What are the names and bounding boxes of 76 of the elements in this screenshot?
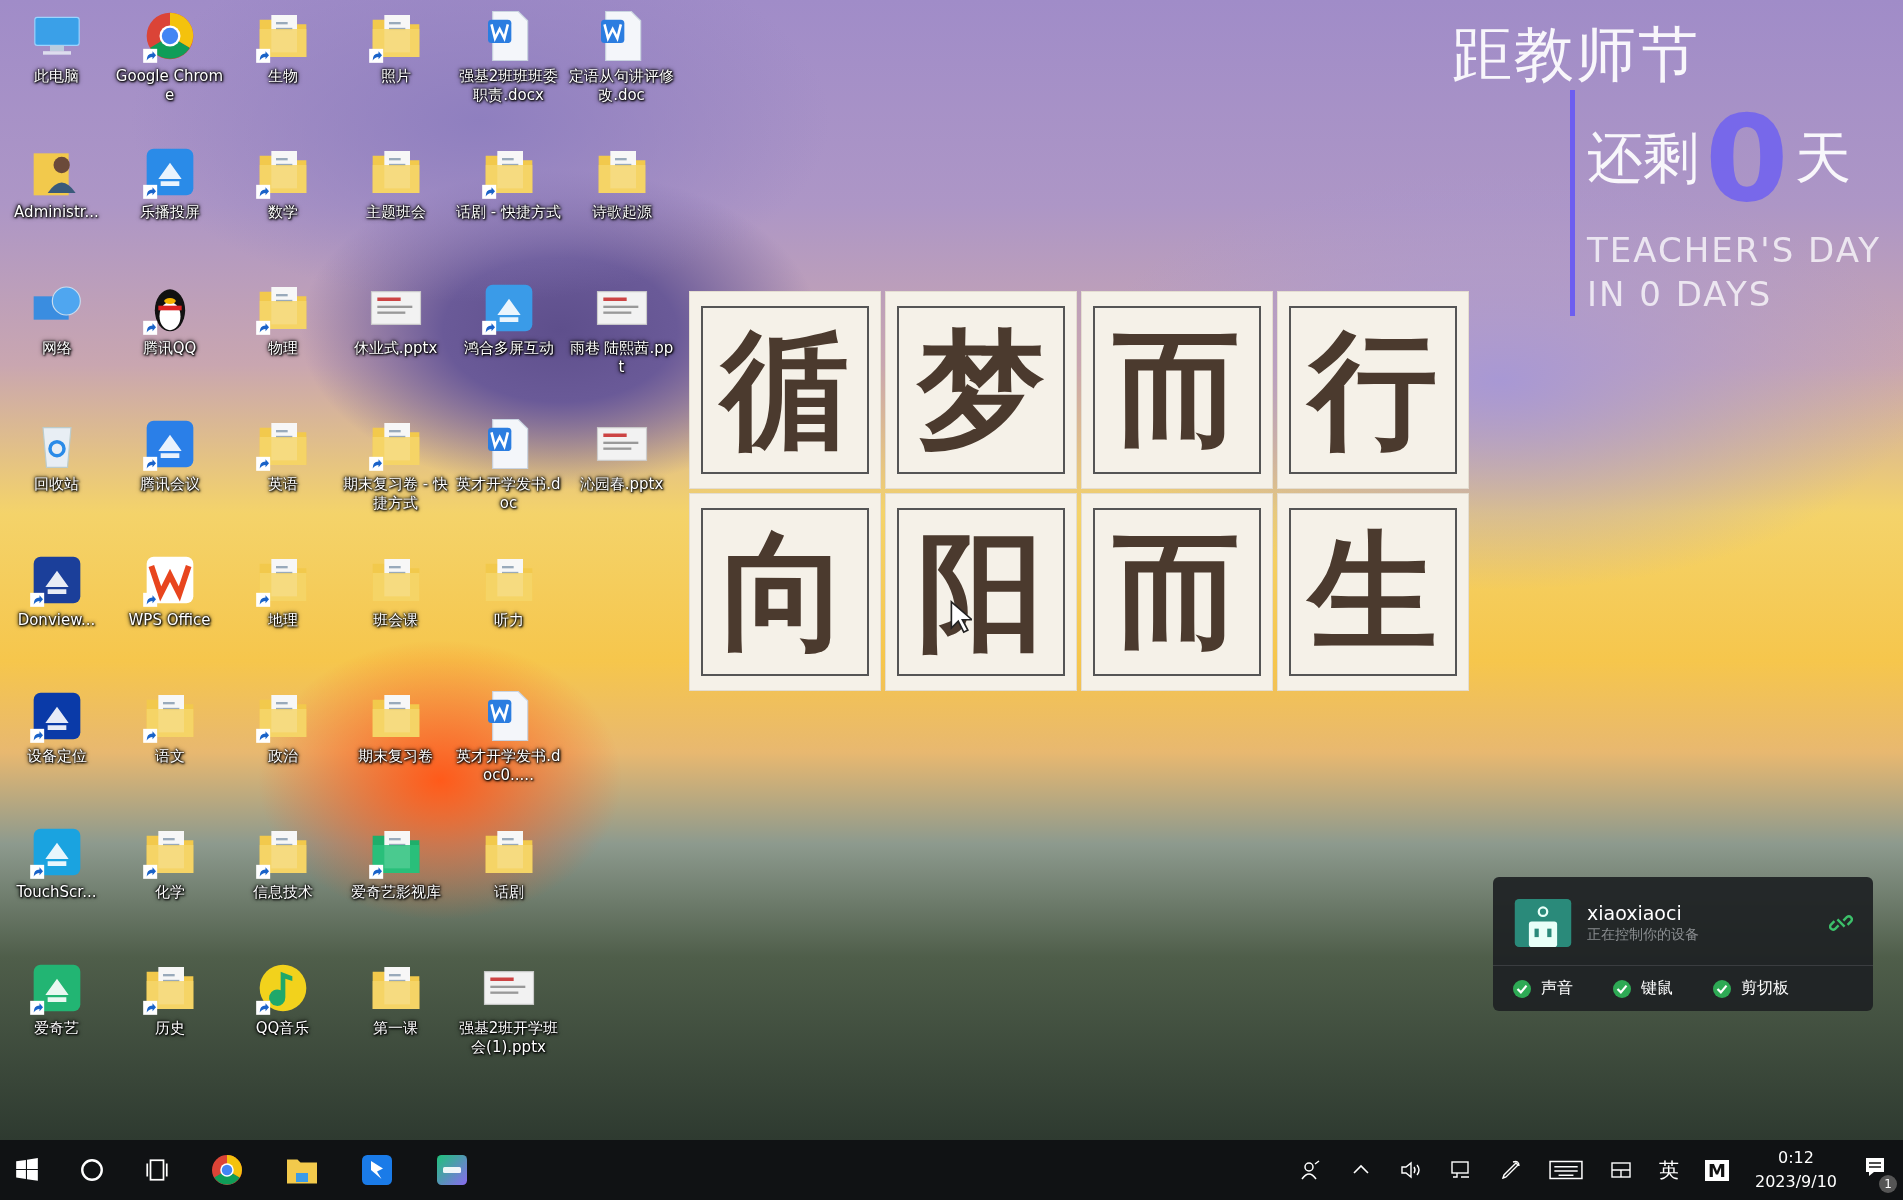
notifications-icon[interactable] bbox=[1863, 1155, 1887, 1179]
icon-label[interactable]: Administr... bbox=[2, 203, 111, 222]
icon-label[interactable]: 听力 bbox=[454, 611, 563, 630]
search-icon[interactable] bbox=[79, 1157, 105, 1183]
icon-label[interactable]: 话剧 bbox=[454, 883, 563, 902]
remote-status: 正在控制你的设备 bbox=[1587, 926, 1700, 944]
icon-label[interactable]: 第一课 bbox=[341, 1019, 450, 1038]
icon-label[interactable]: 语文 bbox=[115, 747, 224, 766]
remote-user-name: xiaoxiaoci bbox=[1587, 902, 1683, 924]
icon-label[interactable]: Google Chrome bbox=[115, 67, 224, 105]
icon-label[interactable]: 期末复习卷 bbox=[341, 747, 450, 766]
check-icon[interactable] bbox=[1513, 979, 1531, 998]
icon-label[interactable]: 英语 bbox=[228, 475, 337, 494]
start-icon[interactable] bbox=[14, 1157, 40, 1183]
icon-label[interactable]: 强基2班班班委职责.docx bbox=[454, 67, 563, 105]
task-view-icon[interactable] bbox=[144, 1157, 170, 1183]
clock-time[interactable]: 0:12 bbox=[1778, 1146, 1814, 1170]
keyboard-icon[interactable] bbox=[1549, 1158, 1584, 1182]
icon-label[interactable]: 乐播投屏 bbox=[115, 203, 224, 222]
calligraphy-character: 阳 bbox=[897, 508, 1065, 676]
calligraphy-character: 生 bbox=[1289, 508, 1457, 676]
icon-label[interactable]: 沁园春.pptx bbox=[567, 475, 676, 494]
calligraphy-character: 循 bbox=[701, 306, 869, 474]
feather-app-icon[interactable] bbox=[359, 1152, 395, 1188]
calligraphy-character: 梦 bbox=[897, 306, 1065, 474]
countdown-unit: 天 bbox=[1794, 124, 1851, 192]
icon-label[interactable]: 雨巷 陆熙茜.ppt bbox=[567, 339, 676, 377]
icon-label[interactable]: 照片 bbox=[341, 67, 450, 86]
permission-label: 剪切板 bbox=[1741, 978, 1789, 999]
icon-label[interactable]: 爱奇艺 bbox=[2, 1019, 111, 1038]
check-icon[interactable] bbox=[1713, 979, 1731, 998]
icon-label[interactable]: 信息技术 bbox=[228, 883, 337, 902]
input-language[interactable]: 英 bbox=[1659, 1156, 1680, 1184]
icon-label[interactable]: 话剧 - 快捷方式 bbox=[454, 203, 563, 222]
icon-label[interactable]: TouchScr... bbox=[2, 883, 111, 902]
calligraphy-character: 而 bbox=[1093, 306, 1261, 474]
countdown-english: IN 0 DAYS bbox=[1587, 273, 1774, 316]
input-mode[interactable]: M bbox=[1705, 1159, 1729, 1181]
icon-label[interactable]: 生物 bbox=[228, 67, 337, 86]
icon-label[interactable]: 历史 bbox=[115, 1019, 224, 1038]
icon-label[interactable]: 英才开学发书.doc bbox=[454, 475, 563, 513]
countdown-title: 距教师节 bbox=[1452, 18, 1701, 90]
icon-label[interactable]: QQ音乐 bbox=[228, 1019, 337, 1038]
icon-label[interactable]: 物理 bbox=[228, 339, 337, 358]
check-icon[interactable] bbox=[1613, 979, 1631, 998]
icon-label[interactable]: 鸿合多屏互动 bbox=[454, 339, 563, 358]
icon-label[interactable]: 设备定位 bbox=[2, 747, 111, 766]
calligraphy-character: 向 bbox=[701, 508, 869, 676]
icon-label[interactable]: 化学 bbox=[115, 883, 224, 902]
icon-label[interactable]: 此电脑 bbox=[2, 67, 111, 86]
icon-label[interactable]: WPS Office bbox=[115, 611, 224, 630]
icon-label[interactable]: 地理 bbox=[228, 611, 337, 630]
calligraphy-character: 行 bbox=[1289, 306, 1457, 474]
icon-label[interactable]: 强基2班开学班会(1).pptx bbox=[454, 1019, 563, 1057]
icon-label[interactable]: 诗歌起源 bbox=[567, 203, 676, 222]
icon-label[interactable]: 主题班会 bbox=[341, 203, 450, 222]
icon-label[interactable]: 政治 bbox=[228, 747, 337, 766]
permission-label: 键鼠 bbox=[1641, 978, 1673, 999]
icon-label[interactable]: 休业式.pptx bbox=[341, 339, 450, 358]
icon-label[interactable]: 数学 bbox=[228, 203, 337, 222]
browser-icon[interactable] bbox=[209, 1152, 245, 1188]
mouse-pointer-icon bbox=[950, 600, 972, 634]
icon-label[interactable]: 网络 bbox=[2, 339, 111, 358]
notification-count: 1 bbox=[1879, 1175, 1897, 1193]
robot-avatar-icon bbox=[1513, 899, 1573, 947]
countdown-english: TEACHER'S DAY bbox=[1587, 229, 1882, 272]
icon-label[interactable]: 期末复习卷 - 快捷方式 bbox=[341, 475, 450, 513]
countdown-label: 还剩 bbox=[1587, 124, 1699, 192]
icon-label[interactable]: Donview... bbox=[2, 611, 111, 630]
icon-label[interactable]: 爱奇艺影视库 bbox=[341, 883, 450, 902]
icon-label[interactable]: 腾讯QQ bbox=[115, 339, 224, 358]
clock-date[interactable]: 2023/9/10 bbox=[1754, 1170, 1837, 1194]
icon-label[interactable]: 英才开学发书.doc0..... bbox=[454, 747, 563, 785]
calligraphy-character: 而 bbox=[1093, 508, 1261, 676]
icon-label[interactable]: 定语从句讲评修改.doc bbox=[567, 67, 676, 105]
permission-label: 声音 bbox=[1541, 978, 1573, 999]
